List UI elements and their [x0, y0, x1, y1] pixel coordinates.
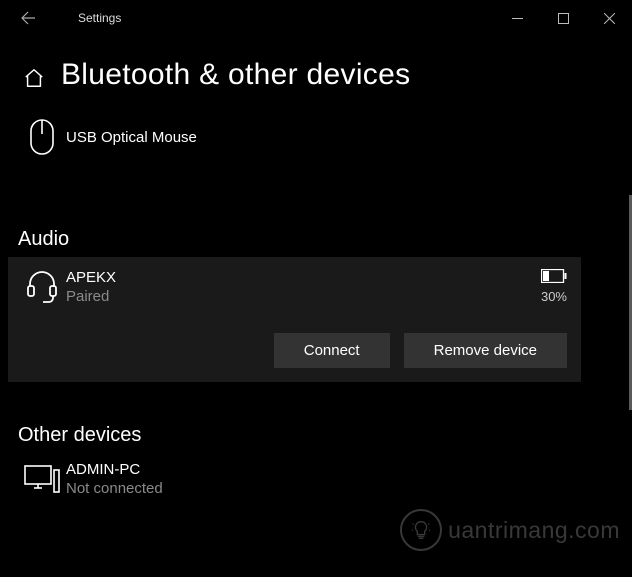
- arrow-left-icon: [20, 10, 36, 26]
- device-name: APEKX: [66, 269, 541, 286]
- minimize-icon: [512, 13, 523, 24]
- desktop-icon: [18, 465, 66, 493]
- battery-indicator: 30%: [541, 269, 567, 304]
- section-title-audio: Audio: [18, 228, 624, 251]
- window-controls: [494, 0, 632, 36]
- battery-percent: 30%: [541, 289, 567, 304]
- remove-device-button[interactable]: Remove device: [404, 333, 567, 368]
- device-card-apekx[interactable]: APEKX Paired 30% Connect Remove device: [8, 257, 581, 382]
- page-header: Bluetooth & other devices: [0, 36, 632, 110]
- device-actions: Connect Remove device: [18, 333, 567, 368]
- connect-button[interactable]: Connect: [274, 333, 390, 368]
- device-status: Not connected: [66, 480, 614, 497]
- back-button[interactable]: [8, 0, 48, 36]
- device-name: ADMIN-PC: [66, 461, 614, 478]
- close-button[interactable]: [586, 0, 632, 36]
- device-item-adminpc[interactable]: ADMIN-PC Not connected: [8, 453, 624, 503]
- section-title-other: Other devices: [18, 424, 624, 447]
- headset-icon: [18, 269, 66, 303]
- maximize-button[interactable]: [540, 0, 586, 36]
- home-icon[interactable]: [20, 67, 48, 89]
- house-icon: [23, 67, 45, 89]
- mouse-icon: [18, 118, 66, 156]
- page-title: Bluetooth & other devices: [61, 58, 410, 92]
- device-status: Paired: [66, 288, 541, 305]
- device-item-mouse[interactable]: USB Optical Mouse: [8, 110, 624, 176]
- maximize-icon: [558, 13, 569, 24]
- window-title: Settings: [78, 11, 121, 25]
- close-icon: [604, 13, 615, 24]
- content-area: USB Optical Mouse Audio APEKX Paired: [0, 110, 632, 571]
- minimize-button[interactable]: [494, 0, 540, 36]
- battery-icon: [541, 269, 567, 283]
- device-name: USB Optical Mouse: [66, 129, 614, 146]
- titlebar: Settings: [0, 0, 632, 36]
